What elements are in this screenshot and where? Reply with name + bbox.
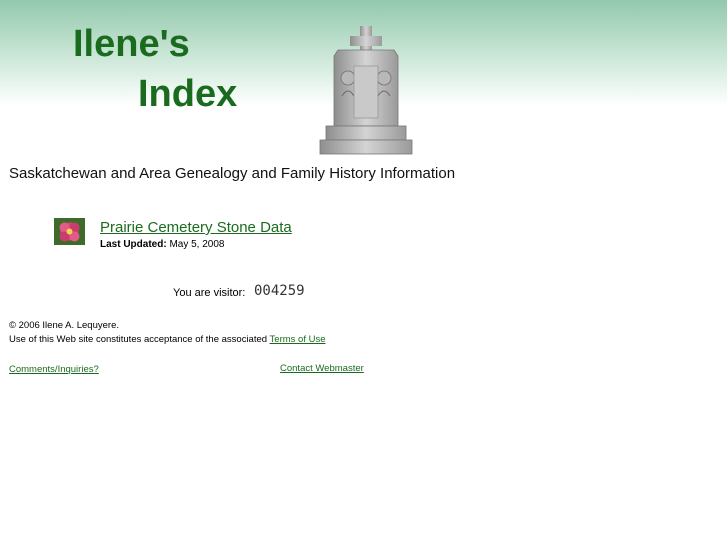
- last-updated-value: May 5, 2008: [169, 239, 225, 250]
- site-tagline: Saskatchewan and Area Genealogy and Fami…: [9, 165, 456, 182]
- tombstone-image: [319, 26, 413, 155]
- contact-webmaster-link[interactable]: Contact Webmaster: [280, 363, 364, 374]
- last-updated-text: Last Updated: May 5, 2008: [100, 239, 225, 250]
- terms-of-use-link[interactable]: Terms of Use: [270, 334, 326, 345]
- site-title-line1: Ilene's: [73, 23, 190, 65]
- prairie-cemetery-stone-data-link[interactable]: Prairie Cemetery Stone Data: [100, 219, 292, 236]
- copyright-text: © 2006 Ilene A. Lequyere.: [9, 320, 119, 331]
- visitor-label: You are visitor:: [173, 287, 246, 299]
- site-title-line2: Index: [138, 73, 238, 115]
- visitor-counter: 004259: [254, 283, 305, 299]
- terms-prefix: Use of this Web site constitutes accepta…: [9, 334, 268, 345]
- copyright-block: © 2006 Ilene A. Lequyere. Use of this We…: [9, 319, 326, 347]
- comments-inquiries-link[interactable]: Comments/Inquiries?: [9, 364, 99, 375]
- last-updated-label: Last Updated:: [100, 239, 167, 250]
- flower-thumbnail-icon[interactable]: [54, 218, 85, 245]
- terms-line: Use of this Web site constitutes accepta…: [9, 333, 326, 347]
